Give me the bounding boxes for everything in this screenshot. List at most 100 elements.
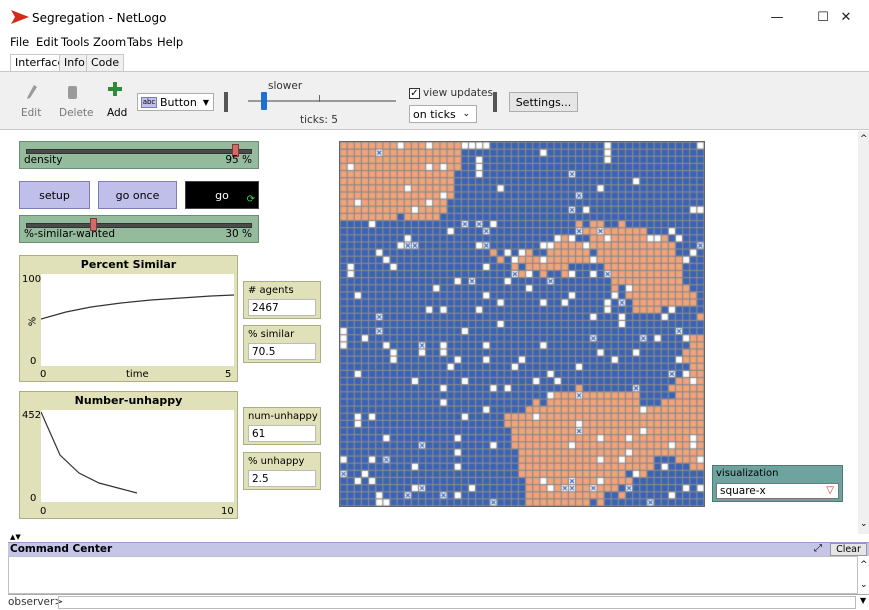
button-widget-icon: abc (141, 96, 157, 108)
clear-button[interactable]: Clear (830, 543, 867, 556)
chevron-down-icon: ⌄ (462, 109, 470, 119)
y-max-label: 452 (22, 410, 42, 421)
toolbar-separator (493, 92, 497, 112)
minimize-button[interactable]: — (754, 0, 800, 34)
monitor-label: # agents (248, 285, 294, 296)
num-unhappy-monitor: num-unhappy 61 (243, 407, 321, 445)
netlogo-logo-icon (11, 10, 29, 24)
number-unhappy-plot: Number-unhappy 452 0 0 10 (19, 391, 238, 519)
command-center-header: Command Center ⤢ Clear (8, 542, 869, 556)
y-min-label: 0 (30, 493, 37, 504)
pencil-icon (27, 85, 37, 99)
percent-similar-plot: Percent Similar 100 0 % 0 time 5 (19, 255, 238, 382)
add-plus-icon (108, 82, 122, 96)
observer-prompt[interactable]: observer> (8, 596, 63, 608)
speed-slider-label: slower (268, 80, 303, 92)
tab-code[interactable]: Code (86, 54, 125, 71)
menu-file[interactable]: File (10, 35, 29, 49)
command-center-title: Command Center (10, 543, 113, 555)
density-label: density (24, 154, 63, 166)
close-button[interactable]: ✕ (823, 0, 869, 34)
toolbar-separator (224, 92, 228, 112)
menu-edit[interactable]: Edit (36, 35, 58, 49)
density-slider[interactable]: density 95 % (19, 141, 259, 169)
menu-tools[interactable]: Tools (61, 35, 89, 49)
setup-button[interactable]: setup (19, 181, 90, 209)
go-label: go (215, 188, 229, 202)
monitor-label: num-unhappy (248, 411, 318, 422)
world-canvas (340, 142, 704, 506)
plot-area (40, 274, 235, 366)
update-mode-dropdown[interactable]: on ticks ⌄ (409, 105, 477, 123)
toolbar: Edit Delete Add abc Button ▼ slower tick… (0, 72, 869, 130)
y-axis-label: % (27, 316, 39, 327)
chooser-value-box[interactable]: square-x ▽ (716, 483, 839, 499)
window-title: Segregation - NetLogo (32, 11, 167, 25)
y-max-label: 100 (22, 274, 42, 285)
chooser-label: visualization (716, 468, 779, 479)
delete-button[interactable]: Delete (59, 107, 94, 119)
visualization-chooser[interactable]: visualization square-x ▽ (712, 465, 843, 502)
number-unhappy-line (40, 411, 138, 494)
edit-button[interactable]: Edit (21, 107, 41, 119)
view-updates-label: view updates (423, 87, 493, 99)
interface-scrollbar[interactable]: ^ ⌄ (858, 131, 869, 534)
command-input-row: observer> ▼ (8, 594, 869, 610)
density-value: 95 % (225, 154, 252, 166)
close-icon: ✕ (840, 9, 852, 25)
splitter-arrows-icon[interactable]: ▲▼ (10, 533, 21, 541)
scroll-down-icon[interactable]: ⌄ (860, 580, 868, 590)
monitor-value: 2.5 (248, 470, 316, 487)
monitor-value: 2467 (248, 299, 316, 316)
chevron-down-icon: ▼ (202, 97, 210, 107)
x-min-label: 0 (40, 369, 47, 380)
chevron-down-icon[interactable]: ▼ (860, 596, 866, 605)
plot-area (40, 410, 234, 502)
command-input[interactable] (58, 596, 856, 609)
agents-monitor: # agents 2467 (243, 281, 321, 319)
scroll-down-icon[interactable]: ⌄ (860, 519, 868, 529)
x-axis-label: time (126, 369, 149, 380)
speed-slider-thumb[interactable] (261, 92, 267, 110)
similar-wanted-value: 30 % (225, 228, 252, 240)
update-mode-value: on ticks (413, 107, 456, 121)
percent-similar-line (40, 294, 235, 320)
menu-zoom[interactable]: Zoom (93, 35, 126, 49)
menu-tabs[interactable]: Tabs (127, 35, 152, 49)
unhappy-percent-monitor: % unhappy 2.5 (243, 452, 321, 490)
plot-title: Number-unhappy (74, 394, 183, 407)
add-button[interactable]: Add (107, 107, 127, 119)
y-min-label: 0 (30, 356, 37, 367)
monitor-value: 61 (248, 425, 316, 442)
go-forever-button[interactable]: go ⟳ (185, 181, 259, 209)
command-center-output (8, 556, 858, 594)
expand-icon[interactable]: ⤢ (814, 543, 822, 554)
go-once-button[interactable]: go once (98, 181, 177, 209)
forever-loop-icon: ⟳ (246, 194, 255, 205)
chooser-value: square-x (720, 485, 766, 497)
x-min-label: 0 (40, 506, 47, 517)
monitor-label: % similar (248, 329, 295, 340)
similar-wanted-label: %-similar-wanted (24, 228, 116, 240)
ticks-counter: ticks: 5 (300, 114, 338, 126)
widget-type-value: Button (160, 95, 197, 109)
scroll-up-icon[interactable]: ^ (860, 560, 868, 570)
view-updates-checkbox[interactable]: ✓ (409, 88, 420, 99)
monitor-value: 70.5 (248, 343, 316, 360)
settings-button[interactable]: Settings... (509, 92, 578, 112)
x-max-label: 10 (221, 506, 234, 517)
world-view[interactable] (339, 141, 705, 507)
speed-slider-track (248, 100, 396, 102)
title-bar: Segregation - NetLogo — ☐ ✕ (0, 0, 869, 34)
widget-type-dropdown[interactable]: abc Button ▼ (137, 93, 214, 111)
menu-help[interactable]: Help (157, 35, 183, 49)
x-max-label: 5 (225, 369, 232, 380)
tab-bar (0, 52, 869, 72)
dropdown-triangle-icon: ▽ (826, 485, 834, 496)
scroll-up-icon[interactable]: ^ (860, 134, 868, 144)
trash-icon (68, 86, 77, 99)
similar-monitor: % similar 70.5 (243, 325, 321, 363)
similar-wanted-slider[interactable]: %-similar-wanted 30 % (19, 215, 259, 243)
plot-title: Percent Similar (80, 258, 177, 271)
minimize-icon: — (770, 9, 784, 25)
